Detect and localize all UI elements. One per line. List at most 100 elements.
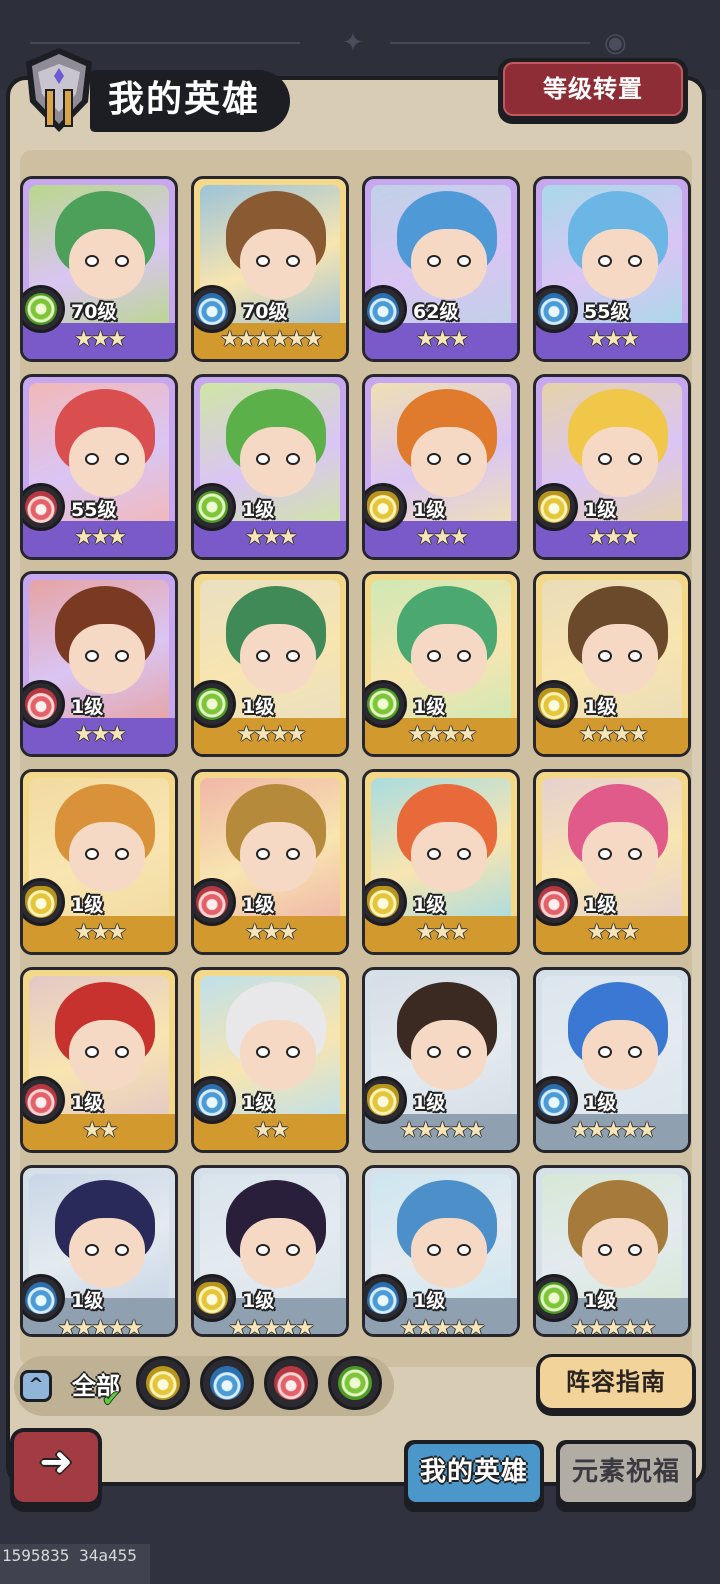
hero-card[interactable]: 1级 ★★★ bbox=[362, 374, 520, 560]
hero-card[interactable]: 55级 ★★★ bbox=[533, 176, 691, 362]
page-title: 我的英雄 bbox=[108, 79, 261, 120]
hero-face bbox=[240, 427, 316, 497]
hero-card[interactable]: 1级 ★★★ bbox=[533, 769, 691, 955]
fire-element-icon bbox=[274, 1366, 308, 1400]
level-transfer-button[interactable]: 等级转置 bbox=[498, 58, 688, 124]
hero-level: 70级 bbox=[242, 301, 288, 323]
element-glyph bbox=[25, 491, 57, 523]
back-button[interactable]: ➜ bbox=[10, 1428, 102, 1512]
hero-face bbox=[582, 822, 658, 892]
hero-eye bbox=[286, 1244, 300, 1256]
hero-card[interactable]: 1级 ★★★ bbox=[533, 374, 691, 560]
hero-eye bbox=[628, 848, 642, 860]
wind-element-icon bbox=[338, 1366, 372, 1400]
hero-level: 1级 bbox=[584, 696, 617, 718]
hero-card[interactable]: 1级 ★★★ bbox=[20, 769, 178, 955]
hero-face bbox=[582, 1218, 658, 1288]
checkmark-icon: ✔ bbox=[102, 1387, 121, 1412]
hero-eye bbox=[256, 1046, 270, 1058]
hero-card[interactable]: 1级 ★★★ bbox=[191, 769, 349, 955]
hero-card[interactable]: 1级 ★★★★★ bbox=[533, 1165, 691, 1337]
hero-stars: ★★★ bbox=[73, 525, 127, 550]
hero-level: 1级 bbox=[413, 499, 446, 521]
tab-element-blessing[interactable]: 元素祝福 bbox=[556, 1440, 696, 1512]
hero-stars: ★★★★★ bbox=[399, 1118, 486, 1143]
hero-face bbox=[411, 624, 487, 694]
element-glyph bbox=[538, 1084, 570, 1116]
tab-element-blessing-label: 元素祝福 bbox=[560, 1444, 692, 1502]
hero-level: 1级 bbox=[71, 1092, 104, 1114]
hero-face bbox=[582, 427, 658, 497]
hero-card[interactable]: 1级 ★★★ bbox=[20, 571, 178, 757]
hero-card[interactable]: 1级 ★★★★★ bbox=[191, 1165, 349, 1337]
hero-face bbox=[411, 1020, 487, 1090]
hero-eye bbox=[598, 650, 612, 662]
element-glyph bbox=[25, 688, 57, 720]
hero-card[interactable]: 1级 ★★★★ bbox=[533, 571, 691, 757]
element-glyph bbox=[196, 886, 228, 918]
helmet-icon bbox=[26, 48, 92, 132]
hero-stars: ★★★★★ bbox=[228, 1316, 315, 1337]
hero-face bbox=[240, 624, 316, 694]
hero-card[interactable]: 70级 ★★★★★★ bbox=[191, 176, 349, 362]
hero-card[interactable]: 1级 ★★★★★ bbox=[362, 1165, 520, 1337]
hero-eye bbox=[115, 1244, 129, 1256]
element-glyph bbox=[25, 1282, 57, 1314]
hero-stars: ★★★ bbox=[586, 525, 640, 550]
hero-level: 1级 bbox=[242, 1290, 275, 1312]
hero-face bbox=[582, 229, 658, 299]
filter-earth-button[interactable] bbox=[136, 1356, 190, 1410]
hero-eye bbox=[85, 453, 99, 465]
hero-face bbox=[240, 1020, 316, 1090]
hero-card[interactable]: 1级 ★★ bbox=[20, 967, 178, 1153]
hero-card[interactable]: 1级 ★★★ bbox=[191, 374, 349, 560]
hero-eye bbox=[457, 1046, 471, 1058]
element-glyph bbox=[25, 293, 57, 325]
hero-eye bbox=[457, 1244, 471, 1256]
hero-level: 1级 bbox=[584, 499, 617, 521]
hero-card[interactable]: 1级 ★★★ bbox=[362, 769, 520, 955]
hero-card[interactable]: 1级 ★★★★★ bbox=[533, 967, 691, 1153]
hero-card[interactable]: 55级 ★★★ bbox=[20, 374, 178, 560]
tab-my-heroes[interactable]: 我的英雄 bbox=[404, 1440, 544, 1512]
hero-stars: ★★★ bbox=[586, 920, 640, 945]
hero-eye bbox=[115, 255, 129, 267]
hero-face bbox=[411, 427, 487, 497]
hero-level: 1级 bbox=[584, 1092, 617, 1114]
hero-level: 1级 bbox=[242, 1092, 275, 1114]
hero-eye bbox=[286, 650, 300, 662]
hero-stars: ★★★★ bbox=[407, 722, 478, 747]
hero-level: 55级 bbox=[584, 301, 630, 323]
filter-wind-button[interactable] bbox=[328, 1356, 382, 1410]
element-glyph bbox=[367, 293, 399, 325]
collapse-filter-button[interactable]: ^ bbox=[20, 1370, 52, 1402]
lineup-guide-button[interactable]: 阵容指南 bbox=[536, 1354, 696, 1416]
hero-card[interactable]: 1级 ★★★★ bbox=[362, 571, 520, 757]
hero-eye bbox=[256, 255, 270, 267]
hero-stars: ★★★ bbox=[73, 327, 127, 352]
hero-eye bbox=[598, 255, 612, 267]
footer-id: 1595835 34a455 bbox=[0, 1544, 150, 1584]
hero-eye bbox=[628, 650, 642, 662]
hero-card[interactable]: 70级 ★★★ bbox=[20, 176, 178, 362]
sparkle-icon: ✦ bbox=[342, 28, 364, 58]
hero-level: 1级 bbox=[413, 894, 446, 916]
hero-stars: ★★★★★ bbox=[570, 1118, 657, 1143]
filter-water-button[interactable] bbox=[200, 1356, 254, 1410]
hero-card[interactable]: 1级 ★★★★ bbox=[191, 571, 349, 757]
element-glyph bbox=[367, 491, 399, 523]
hero-card[interactable]: 1级 ★★★★★ bbox=[20, 1165, 178, 1337]
hero-stars: ★★ bbox=[82, 1118, 118, 1143]
hero-card[interactable]: 1级 ★★★★★ bbox=[362, 967, 520, 1153]
filter-fire-button[interactable] bbox=[264, 1356, 318, 1410]
hero-face bbox=[69, 1020, 145, 1090]
hero-eye bbox=[286, 453, 300, 465]
hero-eye bbox=[427, 1046, 441, 1058]
hero-face bbox=[411, 1218, 487, 1288]
element-glyph bbox=[367, 688, 399, 720]
lineup-guide-label: 阵容指南 bbox=[540, 1357, 692, 1408]
element-glyph bbox=[538, 293, 570, 325]
hero-card[interactable]: 62级 ★★★ bbox=[362, 176, 520, 362]
hero-card[interactable]: 1级 ★★ bbox=[191, 967, 349, 1153]
hero-face bbox=[69, 229, 145, 299]
